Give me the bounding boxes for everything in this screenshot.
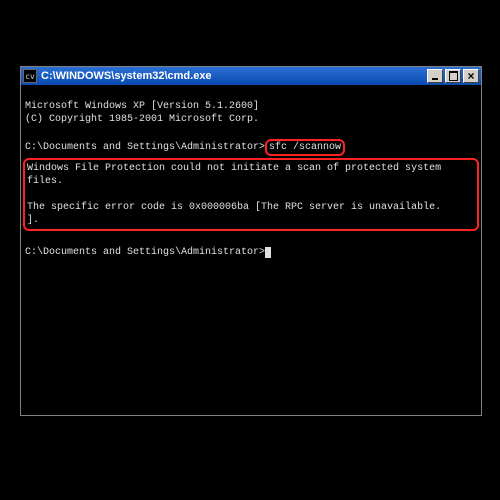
banner-line-1: Microsoft Windows XP [Version 5.1.2600]: [25, 101, 259, 112]
maximize-button[interactable]: [445, 69, 461, 83]
window-title: C:\WINDOWS\system32\cmd.exe: [41, 70, 427, 82]
minimize-button[interactable]: [427, 69, 443, 83]
terminal-content[interactable]: Microsoft Windows XP [Version 5.1.2600] …: [21, 85, 481, 415]
prompt-1: C:\Documents and Settings\Administrator>: [25, 142, 265, 153]
cmd-window: cv C:\WINDOWS\system32\cmd.exe Microsoft…: [20, 66, 482, 416]
error-line-2: The specific error code is 0x000006ba [T…: [27, 202, 441, 226]
highlight-command: sfc /scannow: [265, 139, 345, 156]
highlight-error-block: Windows File Protection could not initia…: [23, 158, 479, 231]
error-line-1: Windows File Protection could not initia…: [27, 163, 447, 187]
banner-line-2: (C) Copyright 1985-2001 Microsoft Corp.: [25, 114, 259, 125]
prompt-2: C:\Documents and Settings\Administrator>: [25, 247, 265, 258]
titlebar[interactable]: cv C:\WINDOWS\system32\cmd.exe: [21, 67, 481, 85]
titlebar-buttons: [427, 69, 479, 83]
cursor: [265, 247, 271, 258]
close-button[interactable]: [463, 69, 479, 83]
cmd-icon: cv: [23, 69, 37, 83]
